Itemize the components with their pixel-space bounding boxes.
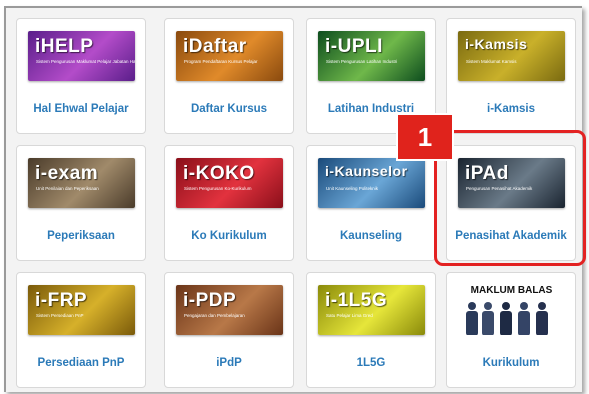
tile-label[interactable]: Persediaan PnP — [17, 357, 145, 369]
banner-title: i-exam — [35, 163, 99, 184]
banner-title: i-UPLI — [325, 36, 383, 57]
callout-badge: 1 — [396, 113, 454, 161]
tile-label[interactable]: Daftar Kursus — [165, 103, 293, 115]
tile-banner-image[interactable]: i-UPLI Sistem Pengurusan Latihan Industri — [318, 31, 425, 81]
tile-label[interactable]: Ko Kurikulum — [165, 230, 293, 242]
banner-title: iHELP — [35, 36, 94, 57]
tile-label[interactable]: Kaunseling — [307, 230, 435, 242]
banner-subtitle: Unit Penilaian dan Peperiksaan — [36, 186, 99, 191]
banner-title: i-Kamsis — [465, 36, 528, 52]
tile-banner-image[interactable]: i-1L5G Satu Pelajar Lima Gred — [318, 285, 425, 335]
banner-title: MAKLUM BALAS — [470, 285, 553, 296]
tile-banner-image[interactable]: iHELP Sistem Pengurusan Maklumat Pelajar … — [28, 31, 135, 81]
banner-subtitle: Sistem Pengurusan Latihan Industri — [326, 59, 398, 64]
tile-6[interactable]: i-Kaunselor Unit Kaunseling Politeknik Kau… — [306, 145, 436, 261]
tile-0[interactable]: iHELP Sistem Pengurusan Maklumat Pelajar … — [16, 18, 146, 134]
tile-1[interactable]: iDaftar Program Pendaftaran Kursus Pelaja… — [164, 18, 294, 134]
banner-subtitle: Unit Kaunseling Politeknik — [326, 186, 379, 191]
tile-label[interactable]: Peperiksaan — [17, 230, 145, 242]
tile-banner-image[interactable]: i-Kaunselor Unit Kaunseling Politeknik — [318, 158, 425, 208]
banner-subtitle: Sistem Pengurusan Ko-Kurikulum — [184, 186, 252, 191]
banner-title: i-PDP — [183, 290, 237, 311]
banner-title: i-Kaunselor — [325, 163, 408, 179]
tile-banner-image[interactable]: i-FRP Sistem Persediaan PnP — [28, 285, 135, 335]
tile-9[interactable]: i-PDP Pengajaran dan Pembelajaran iPdP — [164, 272, 294, 388]
tile-4[interactable]: i-exam Unit Penilaian dan Peperiksaan Pepe… — [16, 145, 146, 261]
banner-subtitle: Satu Pelajar Lima Gred — [326, 313, 373, 318]
tile-3[interactable]: i-Kamsis Sistem Maklumat Kamsis i-Kamsis — [446, 18, 576, 134]
tile-banner-image[interactable]: i-exam Unit Penilaian dan Peperiksaan — [28, 158, 135, 208]
tile-banner-image[interactable]: iDaftar Program Pendaftaran Kursus Pelaja… — [176, 31, 283, 81]
tile-5[interactable]: i-KOKO Sistem Pengurusan Ko-Kurikulum Ko K… — [164, 145, 294, 261]
tile-11[interactable]: MAKLUM BALAS Kurikulum — [446, 272, 576, 388]
tile-label[interactable]: 1L5G — [307, 357, 435, 369]
highlight-frame — [434, 130, 586, 266]
banner-title: i-1L5G — [325, 290, 388, 311]
banner-subtitle: Pengajaran dan Pembelajaran — [184, 313, 245, 318]
tile-banner-image[interactable]: MAKLUM BALAS — [458, 285, 565, 335]
banner-title: i-FRP — [35, 290, 88, 311]
tile-label[interactable]: i-Kamsis — [447, 103, 575, 115]
banner-title: iDaftar — [183, 36, 247, 57]
tile-label[interactable]: Kurikulum — [447, 357, 575, 369]
people-meeting-icon — [466, 302, 548, 335]
tile-8[interactable]: i-FRP Sistem Persediaan PnP Persediaan PnP — [16, 272, 146, 388]
tile-banner-image[interactable]: i-PDP Pengajaran dan Pembelajaran — [176, 285, 283, 335]
tile-label[interactable]: Hal Ehwal Pelajar — [17, 103, 145, 115]
banner-subtitle: Sistem Pengurusan Maklumat Pelajar Jabat… — [36, 59, 135, 64]
tile-banner-image[interactable]: i-KOKO Sistem Pengurusan Ko-Kurikulum — [176, 158, 283, 208]
tile-banner-image[interactable]: i-Kamsis Sistem Maklumat Kamsis — [458, 31, 565, 81]
tile-label[interactable]: iPdP — [165, 357, 293, 369]
banner-subtitle: Sistem Persediaan PnP — [36, 313, 84, 318]
tile-10[interactable]: i-1L5G Satu Pelajar Lima Gred 1L5G — [306, 272, 436, 388]
banner-subtitle: Sistem Maklumat Kamsis — [466, 59, 517, 64]
banner-title: i-KOKO — [183, 163, 255, 184]
banner-subtitle: Program Pendaftaran Kursus Pelajar — [184, 59, 258, 64]
